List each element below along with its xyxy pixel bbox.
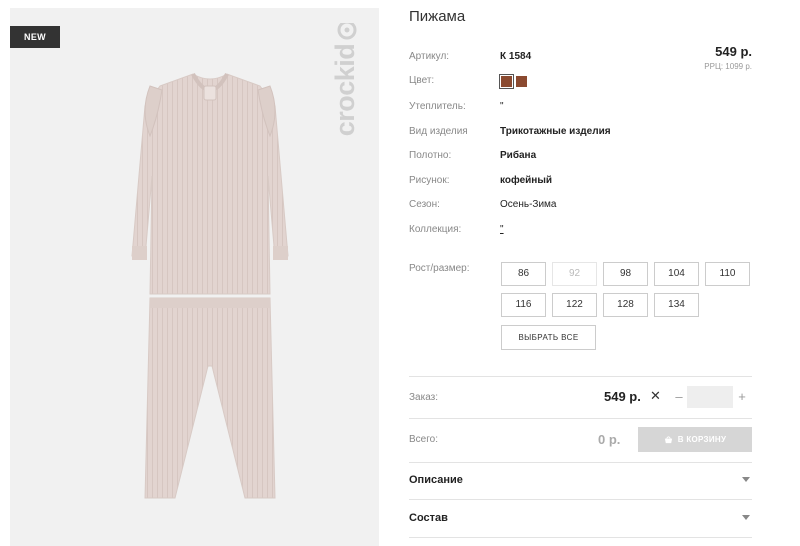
- divider: [409, 462, 752, 463]
- size-option-86[interactable]: 86: [501, 262, 546, 286]
- insulation-value: ": [500, 101, 504, 112]
- accordion-composition[interactable]: Состав: [409, 503, 752, 533]
- product-price: 549 р.: [715, 44, 752, 59]
- rrp-price: РРЦ: 1099 р.: [704, 62, 752, 71]
- add-to-cart-button[interactable]: В КОРЗИНУ: [638, 427, 752, 452]
- pajama-photo: [131, 73, 289, 499]
- season-label: Сезон:: [409, 199, 440, 210]
- article-value: К 1584: [500, 51, 532, 62]
- type-value: Трикотажные изделия: [500, 126, 611, 137]
- chevron-down-icon: [742, 477, 750, 482]
- select-all-sizes-button[interactable]: ВЫБРАТЬ ВСЕ: [501, 325, 596, 350]
- fabric-value: Рибана: [500, 150, 537, 161]
- divider: [409, 376, 752, 377]
- total-value: 0 р.: [598, 432, 621, 447]
- new-badge: NEW: [10, 26, 60, 48]
- divider: [409, 499, 752, 500]
- color-swatch[interactable]: [516, 76, 527, 87]
- size-option-98[interactable]: 98: [603, 262, 648, 286]
- accordion-description[interactable]: Описание: [409, 465, 752, 495]
- insulation-label: Утеплитель:: [409, 101, 466, 112]
- season-value: Осень-Зима: [500, 199, 557, 210]
- pattern-label: Рисунок:: [409, 175, 450, 186]
- chevron-down-icon: [742, 515, 750, 520]
- product-image[interactable]: NEW crockid: [10, 8, 379, 546]
- brand-logo: crockid: [332, 23, 360, 137]
- order-label: Заказ:: [409, 392, 439, 403]
- size-option-128[interactable]: 128: [603, 293, 648, 317]
- pattern-value: кофейный: [500, 175, 553, 186]
- divider: [409, 537, 752, 538]
- color-swatch-selected[interactable]: [499, 74, 514, 89]
- fabric-label: Полотно:: [409, 150, 452, 161]
- accordion-description-title: Описание: [409, 474, 463, 486]
- size-option-116[interactable]: 116: [501, 293, 546, 317]
- times-icon: ✕: [650, 388, 661, 403]
- collection-link[interactable]: ": [500, 224, 504, 235]
- size-option-122[interactable]: 122: [552, 293, 597, 317]
- product-title: Пижама: [409, 8, 466, 25]
- basket-icon: [664, 436, 672, 444]
- size-option-134[interactable]: 134: [654, 293, 699, 317]
- quantity-input[interactable]: [687, 386, 733, 408]
- order-price: 549 р.: [604, 389, 641, 404]
- color-label: Цвет:: [409, 75, 435, 86]
- quantity-increase-button[interactable]: +: [736, 389, 748, 404]
- quantity-decrease-button[interactable]: –: [673, 389, 685, 404]
- svg-text:crockid: crockid: [332, 44, 360, 137]
- size-option-110[interactable]: 110: [705, 262, 750, 286]
- divider: [409, 418, 752, 419]
- accordion-composition-title: Состав: [409, 512, 448, 524]
- total-label: Всего:: [409, 434, 438, 445]
- size-option-104[interactable]: 104: [654, 262, 699, 286]
- collection-label: Коллекция:: [409, 224, 462, 235]
- type-label: Вид изделия: [409, 126, 468, 137]
- article-label: Артикул:: [409, 51, 450, 62]
- size-label: Рост/размер:: [409, 263, 470, 274]
- size-option-92[interactable]: 92: [552, 262, 597, 286]
- add-to-cart-label: В КОРЗИНУ: [677, 435, 727, 444]
